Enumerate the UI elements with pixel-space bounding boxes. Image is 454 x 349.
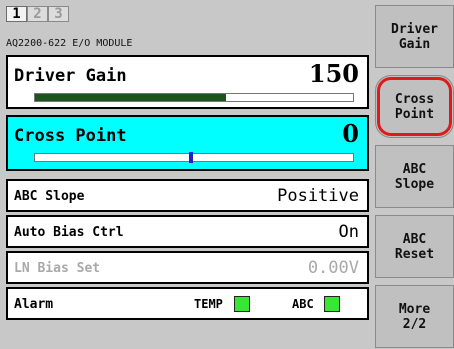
softkey-label-line1: More xyxy=(398,301,431,317)
tab-3[interactable]: 3 xyxy=(48,6,69,22)
auto-bias-row[interactable]: Auto Bias Ctrl On xyxy=(6,215,369,248)
abc-indicator xyxy=(324,296,340,312)
cross-point-marker xyxy=(189,152,193,163)
tab-1[interactable]: 1 xyxy=(6,6,27,22)
ln-bias-label: LN Bias Set xyxy=(14,261,101,276)
abc-slope-softkey[interactable]: ABC Slope xyxy=(375,145,454,208)
softkey-label-line1: Cross xyxy=(394,91,435,107)
abc-indicator-label: ABC xyxy=(292,297,314,311)
softkey-label-line1: ABC xyxy=(402,231,427,247)
abc-slope-row[interactable]: ABC Slope Positive xyxy=(6,179,369,212)
alarm-row: Alarm TEMP ABC xyxy=(6,287,369,320)
softkey-label-line2: Point xyxy=(394,106,435,122)
driver-gain-label: Driver Gain xyxy=(14,66,127,86)
module-title: AQ2200-622 E/O MODULE xyxy=(6,38,133,49)
ln-bias-row: LN Bias Set 0.00V xyxy=(6,251,369,284)
cross-point-scale xyxy=(34,152,354,163)
abc-reset-softkey[interactable]: ABC Reset xyxy=(375,215,454,278)
driver-gain-softkey[interactable]: Driver Gain xyxy=(375,5,454,68)
temp-indicator-label: TEMP xyxy=(194,297,223,311)
tab-2[interactable]: 2 xyxy=(27,6,48,22)
ln-bias-value: 0.00V xyxy=(307,258,359,278)
driver-gain-value: 150 xyxy=(308,59,359,88)
auto-bias-label: Auto Bias Ctrl xyxy=(14,225,124,240)
softkey-panel: Driver Gain Cross Point ABC Slope ABC Re… xyxy=(375,0,454,349)
softkey-label-line2: Slope xyxy=(394,176,435,192)
softkey-label-line2: Gain xyxy=(398,36,431,52)
alarm-label: Alarm xyxy=(14,297,54,312)
driver-gain-row[interactable]: Driver Gain 150 xyxy=(6,55,369,109)
driver-gain-bar-fill xyxy=(35,94,226,101)
softkey-label-line2: Reset xyxy=(394,246,435,262)
cross-point-label: Cross Point xyxy=(14,126,127,146)
abc-slope-value: Positive xyxy=(277,186,359,206)
more-softkey[interactable]: More 2/2 xyxy=(375,285,454,348)
cross-point-row[interactable]: Cross Point 0 xyxy=(6,115,369,171)
softkey-label-line1: ABC xyxy=(402,161,427,177)
softkey-label-line1: Driver xyxy=(391,21,438,37)
page-tabs: 1 2 3 xyxy=(6,6,69,22)
cross-point-softkey[interactable]: Cross Point xyxy=(375,75,454,138)
abc-slope-label: ABC Slope xyxy=(14,189,85,204)
driver-gain-bar xyxy=(34,93,354,102)
softkey-label-line2: 2/2 xyxy=(402,316,427,332)
cross-point-value: 0 xyxy=(342,119,359,148)
temp-indicator xyxy=(234,296,250,312)
auto-bias-value: On xyxy=(338,222,359,242)
